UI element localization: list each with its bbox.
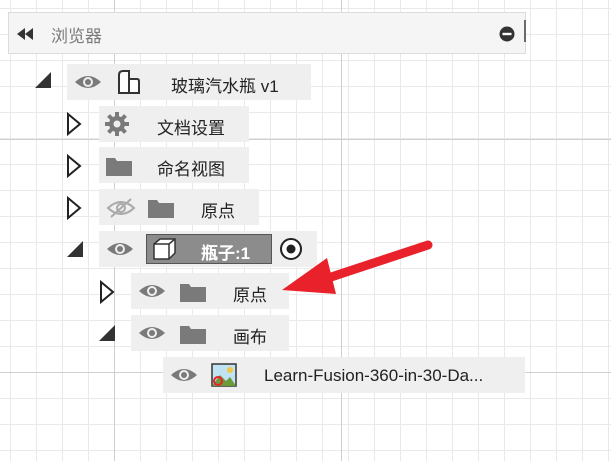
annotation-arrow (282, 240, 433, 294)
